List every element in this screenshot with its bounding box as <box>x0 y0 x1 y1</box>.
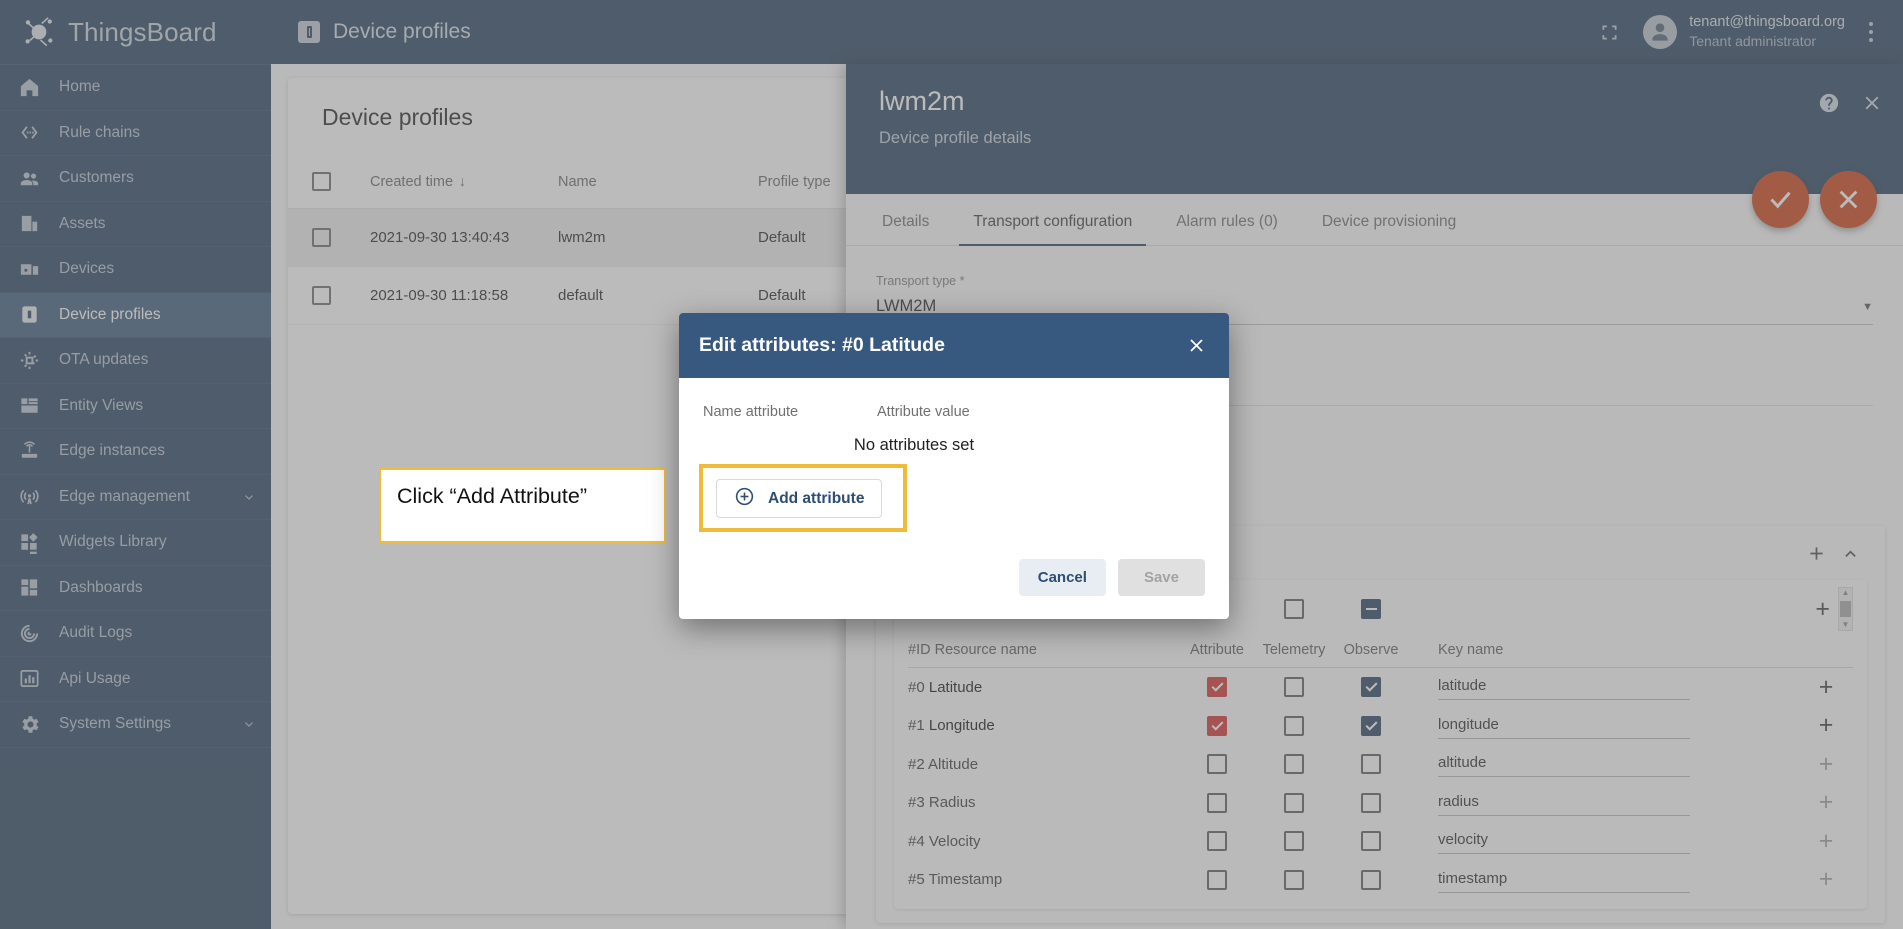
add-attribute-button[interactable]: Add attribute <box>716 479 883 518</box>
add-attribute-button-label: Add attribute <box>768 489 865 507</box>
column-header-name-attribute: Name attribute <box>703 404 799 420</box>
column-header-attribute-value: Attribute value <box>877 404 970 420</box>
save-button: Save <box>1117 558 1205 596</box>
close-icon[interactable] <box>1183 333 1209 359</box>
instruction-callout: Click “Add Attribute” <box>379 468 666 543</box>
dialog-footer: Cancel Save <box>679 549 1229 619</box>
instruction-callout-text: Click “Add Attribute” <box>397 484 587 508</box>
empty-state-text: No attributes set <box>853 436 975 454</box>
dialog-header: Edit attributes: #0 Latitude <box>679 313 1229 378</box>
cancel-button[interactable]: Cancel <box>1018 558 1106 596</box>
dialog-body: Name attribute Attribute value No attrib… <box>679 378 1229 549</box>
plus-circle-icon <box>734 486 755 512</box>
dialog-title: Edit attributes: #0 Latitude <box>699 334 945 356</box>
edit-attributes-dialog: Edit attributes: #0 Latitude Name attrib… <box>679 313 1229 619</box>
attributes-table-header: Name attribute Attribute value <box>703 404 1205 420</box>
